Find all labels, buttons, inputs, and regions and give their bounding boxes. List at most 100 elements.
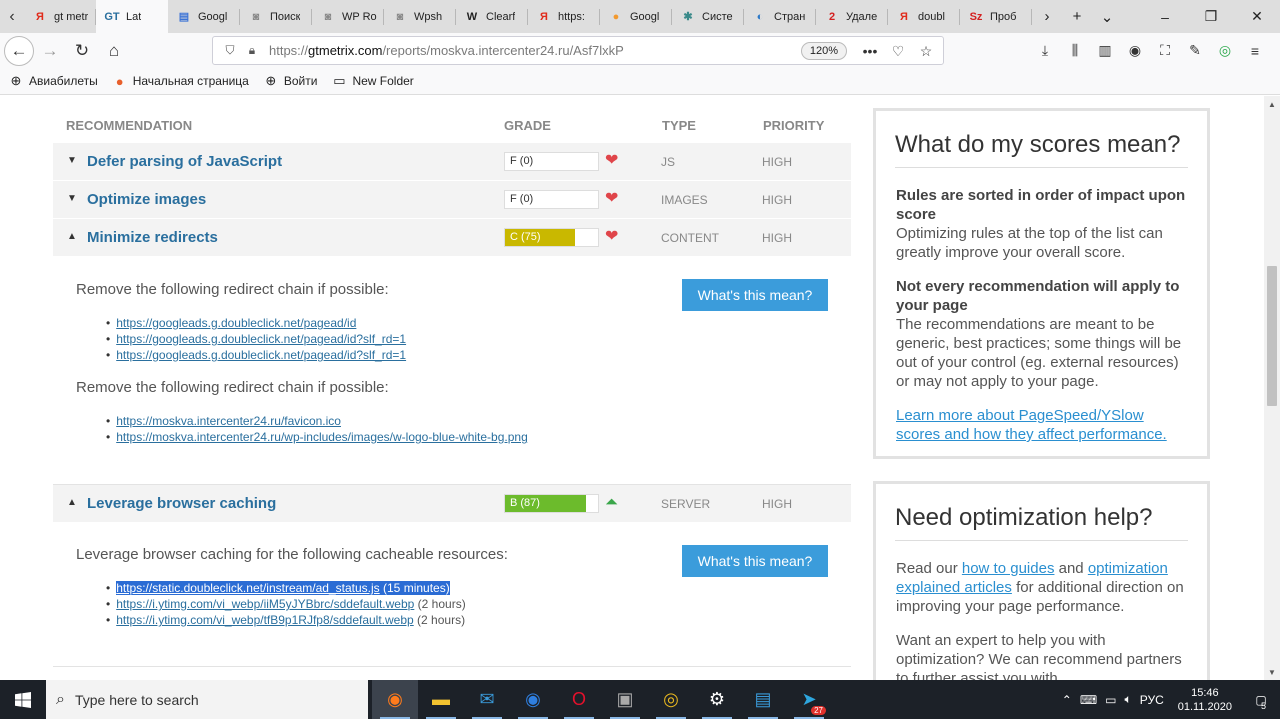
sidebar-icon[interactable]: ▥ [1090, 36, 1120, 66]
download-icon[interactable]: ⤓ [1030, 36, 1060, 66]
bookmark-star-icon[interactable]: ☆ [915, 40, 937, 62]
browser-icon: ◐ [756, 10, 764, 23]
remote-desktop-icon[interactable]: ▤ [740, 680, 786, 719]
account-icon[interactable]: ◉ [1120, 36, 1150, 66]
language-indicator[interactable]: РУС [1140, 693, 1164, 707]
bookmark-label: Начальная страница [132, 74, 249, 88]
resource-link[interactable]: https://googleads.g.doubleclick.net/page… [116, 316, 356, 330]
new-tab-button[interactable]: + [1062, 0, 1092, 33]
monitor-icon[interactable]: ▭ [1105, 693, 1116, 707]
browser-tab[interactable]: Яhttps: [528, 0, 600, 33]
vertical-scrollbar[interactable]: ▲ ▼ [1264, 96, 1280, 680]
browser-tab[interactable]: W Clearf [456, 0, 528, 33]
url-text[interactable]: https://gtmetrix.com/reports/moskva.inte… [269, 43, 624, 58]
resource-link[interactable]: https://i.ytimg.com/vi_webp/tfB9p1RJfp8/… [116, 613, 414, 627]
recommendation-title[interactable]: Minimize redirects [87, 229, 218, 246]
extension-icon[interactable]: ◎ [1210, 36, 1240, 66]
eyedropper-icon[interactable]: ✎ [1180, 36, 1210, 66]
browser-tab[interactable]: ▤ Googl [168, 0, 240, 33]
tracking-shield-icon[interactable]: ⛉ [221, 42, 239, 60]
page-actions-icon[interactable]: ••• [859, 40, 881, 62]
browser-tab[interactable]: ◙ Поиск [240, 0, 312, 33]
whats-this-mean-button[interactable]: What's this mean? [682, 279, 828, 311]
recommendation-title[interactable]: Defer parsing of JavaScript [87, 153, 282, 170]
tab-list: Яgt metr GT Lat ▤ Googl ◙ Поиск ◙ WP Ro ◙ Wpsh W Cle… [24, 0, 1032, 33]
minimize-button[interactable]: – [1142, 0, 1188, 33]
chrome-icon[interactable]: ◎ [648, 680, 694, 719]
reload-button[interactable]: ↻ [66, 35, 98, 67]
start-button[interactable] [0, 680, 46, 719]
recommendation-title[interactable]: Optimize images [87, 191, 206, 208]
tab-scroll-right-button[interactable]: › [1032, 0, 1062, 33]
resource-link[interactable]: https://googleads.g.doubleclick.net/page… [116, 332, 406, 346]
resource-link[interactable]: https://moskva.intercenter24.ru/wp-inclu… [116, 430, 528, 444]
caret-down-icon[interactable]: ▼ [67, 193, 77, 204]
tab-scroll-left-button[interactable]: ‹ [0, 0, 24, 33]
recommendation-row[interactable]: ▲ Minimize redirects C (75) ❤︎ CONTENT HIGH [53, 218, 851, 256]
resource-link[interactable]: https://i.ytimg.com/vi_webp/iiM5yJYBbrc/… [116, 597, 414, 611]
home-button[interactable]: ⌂ [98, 35, 130, 67]
scanner-icon[interactable]: ▣ [602, 680, 648, 719]
pocket-icon[interactable]: ♡ [887, 40, 909, 62]
browser-tab[interactable]: ◙ WP Ro [312, 0, 384, 33]
forward-button[interactable]: → [34, 35, 66, 67]
volume-icon[interactable]: 🔈︎ [1125, 692, 1132, 707]
bookmark-item[interactable]: ● Начальная страница [112, 73, 249, 89]
browser-tab[interactable]: GT Lat [96, 0, 168, 33]
network-icon[interactable]: ⌨ [1080, 693, 1097, 707]
close-window-button[interactable]: ✕ [1234, 0, 1280, 33]
caret-down-icon[interactable]: ▼ [67, 155, 77, 166]
resource-link[interactable]: https://googleads.g.doubleclick.net/page… [116, 348, 406, 362]
file-explorer-icon[interactable]: ▬ [418, 680, 464, 719]
resource-link[interactable]: https://static.doubleclick.net/instream/… [116, 581, 379, 595]
lock-icon[interactable]: 🔒︎ [243, 42, 261, 60]
recommendation-priority: HIGH [762, 193, 792, 207]
browser-tab[interactable]: 2 Удале [816, 0, 888, 33]
resource-link[interactable]: https://moskva.intercenter24.ru/favicon.… [116, 414, 341, 428]
settings-icon[interactable]: ⚙ [694, 680, 740, 719]
firefox-icon[interactable]: ◉ [372, 680, 418, 719]
notifications-icon[interactable]: ▢ 5 [1246, 680, 1276, 719]
clock[interactable]: 15:46 01.11.2020 [1178, 686, 1232, 714]
browser-tab[interactable]: ● Googl [600, 0, 672, 33]
list-all-tabs-button[interactable]: ⌄ [1092, 0, 1122, 33]
bookmark-item[interactable]: ⊕ Авиабилеты [8, 73, 98, 89]
caret-up-icon[interactable]: ▲ [67, 497, 77, 508]
mail-icon[interactable]: ✉ [464, 680, 510, 719]
scrollbar-thumb[interactable] [1267, 266, 1277, 406]
recommendation-row[interactable]: ▼ Optimize images F (0) ❤︎ IMAGES HIGH [53, 180, 851, 218]
caret-up-icon[interactable]: ▲ [67, 231, 77, 242]
restore-button[interactable]: ❐ [1188, 0, 1234, 33]
sz-icon: Sz [969, 10, 983, 23]
taskbar-search[interactable]: ⌕ Type here to search [46, 680, 368, 719]
tray-expand-icon[interactable]: ⌃ [1062, 693, 1072, 707]
browser-tab[interactable]: Sz Проб [960, 0, 1032, 33]
browser-tab[interactable]: ◙ Wpsh [384, 0, 456, 33]
bookmark-item[interactable]: ⊕ Войти [263, 73, 317, 89]
opera-icon[interactable]: O [556, 680, 602, 719]
back-button[interactable]: ← [4, 35, 34, 66]
telegram-icon[interactable]: ➤ 27 [786, 680, 832, 719]
whats-this-mean-button[interactable]: What's this mean? [682, 545, 828, 577]
zoom-indicator[interactable]: 120% [800, 42, 847, 60]
system-icon: ✱ [683, 11, 693, 23]
recommendation-title[interactable]: Leverage browser caching [87, 495, 276, 512]
scroll-down-arrow-icon[interactable]: ▼ [1264, 664, 1280, 680]
bookmark-item[interactable]: ▭ New Folder [331, 73, 414, 89]
menu-icon[interactable]: ≡ [1240, 36, 1270, 66]
recommendation-row[interactable]: ▲ Leverage browser caching B (87) ⏶ SERVER HI… [53, 484, 851, 522]
address-bar[interactable]: ⛉ 🔒︎ https://gtmetrix.com/reports/moskva… [212, 36, 944, 65]
library-icon[interactable]: ⫼ [1060, 36, 1090, 66]
recommendation-row[interactable]: ▼ Defer parsing of JavaScript F (0) ❤︎ JS HIG… [53, 142, 851, 180]
how-to-guides-link[interactable]: how to guides [962, 560, 1055, 577]
browser-tab[interactable]: Яgt metr [24, 0, 96, 33]
browser-tab[interactable]: ✱ Систе [672, 0, 744, 33]
learn-more-link[interactable]: Learn more about PageSpeed/YSlow scores … [896, 407, 1167, 443]
browser-tab[interactable]: Яdoubl [888, 0, 960, 33]
recommendation-type: SERVER [661, 497, 711, 511]
screenshot-icon[interactable]: ⛶ [1150, 36, 1180, 66]
firefox-dev-icon[interactable]: ◉ [510, 680, 556, 719]
tab-controls: › + ⌄ – ❐ ✕ [1032, 0, 1280, 33]
scroll-up-arrow-icon[interactable]: ▲ [1264, 96, 1280, 112]
browser-tab[interactable]: ◐ Стран [744, 0, 816, 33]
